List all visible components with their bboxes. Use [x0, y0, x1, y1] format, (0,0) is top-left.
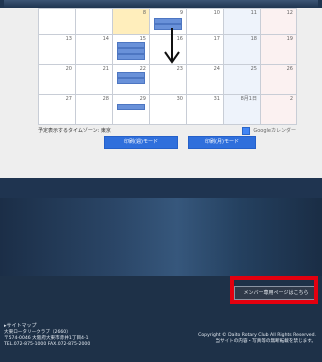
calendar-day[interactable]: 14 [75, 34, 113, 65]
calendar-day[interactable]: 15 [112, 34, 150, 65]
calendar-event[interactable] [117, 104, 145, 110]
highlight-box [230, 276, 318, 304]
calendar-day[interactable]: 11 [223, 8, 261, 35]
calendar-day[interactable]: 18 [223, 34, 261, 65]
calendar-day[interactable]: 29 [112, 94, 150, 125]
copyright: Copyright © Daito Rotary Club All Rights… [198, 333, 316, 345]
print-week-button[interactable]: 印刷(週)モード [104, 136, 178, 149]
calendar-day[interactable]: 8 [112, 8, 150, 35]
calendar-day[interactable]: 12 [260, 8, 297, 35]
calendar-event[interactable] [117, 78, 145, 84]
calendar-day[interactable]: 19 [260, 34, 297, 65]
top-strip [0, 0, 322, 8]
google-calendar-icon [242, 126, 251, 135]
calendar-event[interactable] [117, 54, 145, 60]
print-month-button[interactable]: 印刷(月)モード [188, 136, 256, 149]
calendar-day[interactable]: 13 [38, 34, 76, 65]
google-calendar-link[interactable]: Googleカレンダー [242, 126, 296, 135]
calendar-day[interactable]: 21 [75, 64, 113, 95]
calendar-week: 20 21 22 23 24 25 26 [38, 64, 297, 95]
hero-image [0, 198, 322, 276]
sitemap-link[interactable]: ▸サイトマップ [4, 322, 37, 329]
down-arrow-icon [164, 28, 180, 64]
calendar-day[interactable]: 28 [75, 94, 113, 125]
calendar-day[interactable]: 27 [38, 94, 76, 125]
calendar-panel: 8 9 10 11 12 13 14 15 16 17 18 19 20 21 … [0, 8, 322, 178]
copyright-line: 当サイトの内容・写真等の無断転載を禁じます。 [215, 339, 316, 344]
calendar-day[interactable]: 17 [186, 34, 224, 65]
calendar-day[interactable]: 2 [260, 94, 297, 125]
calendar-day[interactable]: 23 [149, 64, 187, 95]
google-calendar-label: Googleカレンダー [253, 128, 296, 134]
calendar-day[interactable]: 25 [223, 64, 261, 95]
calendar-day[interactable]: 8月1日 [223, 94, 261, 125]
timezone-note: 予定表示するタイムゾーン: 東京 [38, 128, 111, 134]
calendar-day[interactable] [38, 8, 76, 35]
calendar-day[interactable]: 22 [112, 64, 150, 95]
calendar-day[interactable] [75, 8, 113, 35]
calendar-day[interactable]: 20 [38, 64, 76, 95]
address-line: TEL.072-875-1000 FAX.072-875-2000 [4, 342, 91, 347]
calendar-week: 27 28 29 30 31 8月1日 2 [38, 94, 297, 125]
calendar-day[interactable]: 24 [186, 64, 224, 95]
calendar-day[interactable]: 31 [186, 94, 224, 125]
calendar-day[interactable]: 30 [149, 94, 187, 125]
footer-address: 大東ロータリークラブ（2660） 〒574-0046 大阪府大東市赤井1丁目4-… [4, 330, 90, 348]
calendar-day[interactable]: 10 [186, 8, 224, 35]
calendar-day[interactable]: 26 [260, 64, 297, 95]
